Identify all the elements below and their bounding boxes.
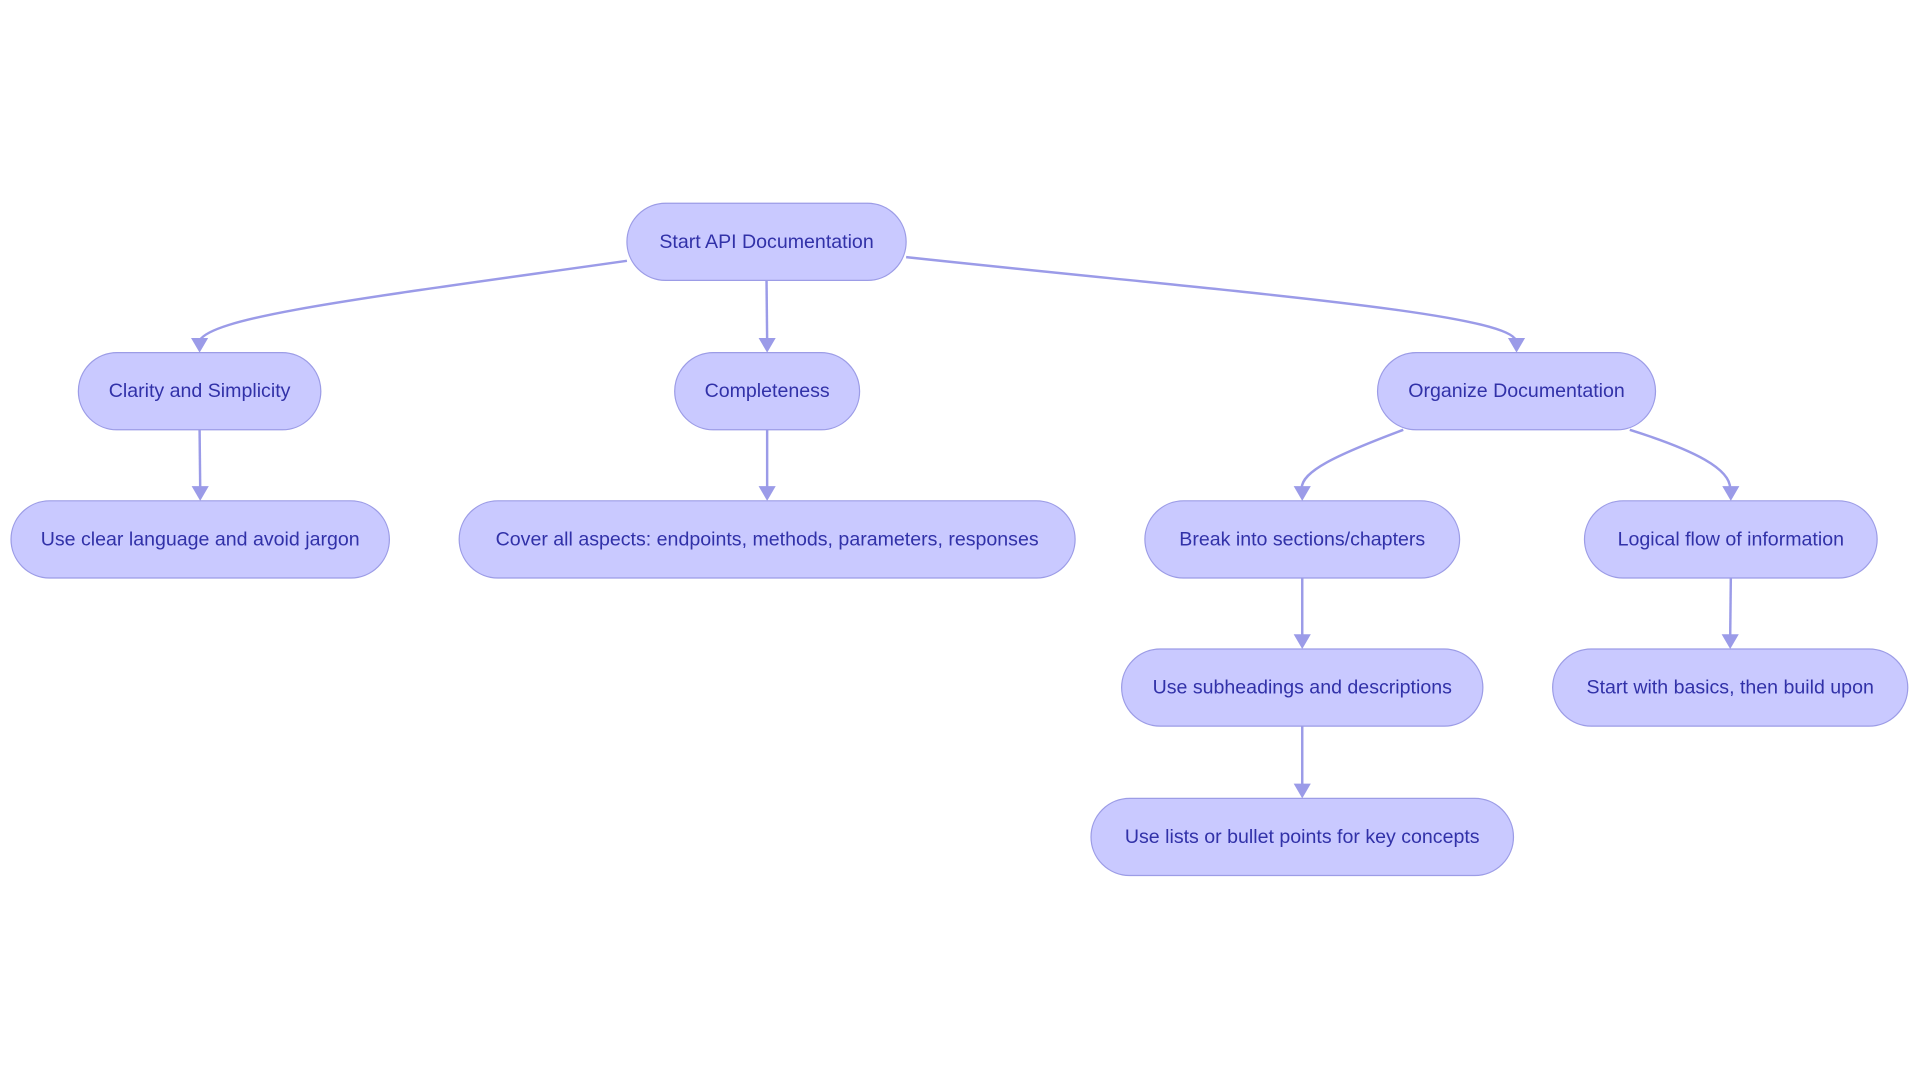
edge-root-organize [905,255,1518,342]
node-lists: Use lists or bullet points for key conce… [1090,797,1515,877]
node-break: Break into sections/chapters [1144,500,1461,579]
arrowhead-icon [191,486,209,501]
node-completeness: Completeness [674,352,861,431]
flowchart: Start API Documentation Clarity and Simpl… [10,202,1909,877]
node-subheadings: Use subheadings and descriptions [1121,648,1484,727]
node-logical: Logical flow of information [1583,500,1878,579]
node-label: Use clear language and avoid jargon [41,528,360,550]
edge-root-clarity [198,259,628,342]
edge-organize-break [1300,428,1404,489]
arrowhead-icon [758,337,776,353]
node-label: Use lists or bullet points for key conce… [1125,826,1480,848]
node-label: Start with basics, then build upon [1587,677,1874,699]
node-label: Use subheadings and descriptions [1153,677,1453,699]
node-label: Clarity and Simplicity [109,380,291,402]
edge-root-completeness [765,280,769,341]
arrowhead-icon [191,337,209,353]
node-label: Break into sections/chapters [1179,528,1425,550]
node-basics: Start with basics, then build upon [1552,648,1909,727]
node-cover: Cover all aspects: endpoints, methods, p… [458,500,1076,579]
arrowhead-icon [1293,634,1311,649]
arrowhead-icon [1293,486,1311,501]
edge-clarity-clear [198,429,202,489]
arrowhead-icon [1507,337,1526,353]
edge-logical-basics [1728,577,1733,637]
node-clarity: Clarity and Simplicity [77,352,322,431]
arrowhead-icon [1293,783,1311,799]
node-organize: Organize Documentation [1376,352,1657,431]
node-clear: Use clear language and avoid jargon [10,500,390,579]
node-root: Start API Documentation [626,202,907,282]
node-label: Organize Documentation [1408,380,1625,402]
arrowhead-icon [1721,634,1739,649]
arrowhead-icon [758,486,776,501]
arrowhead-icon [1722,486,1740,501]
node-label: Logical flow of information [1618,528,1844,550]
nodes: Start API Documentation Clarity and Simpl… [10,202,1909,877]
node-label: Start API Documentation [659,231,873,253]
node-label: Cover all aspects: endpoints, methods, p… [496,528,1039,550]
edge-organize-logical [1629,428,1732,489]
node-label: Completeness [705,380,830,402]
